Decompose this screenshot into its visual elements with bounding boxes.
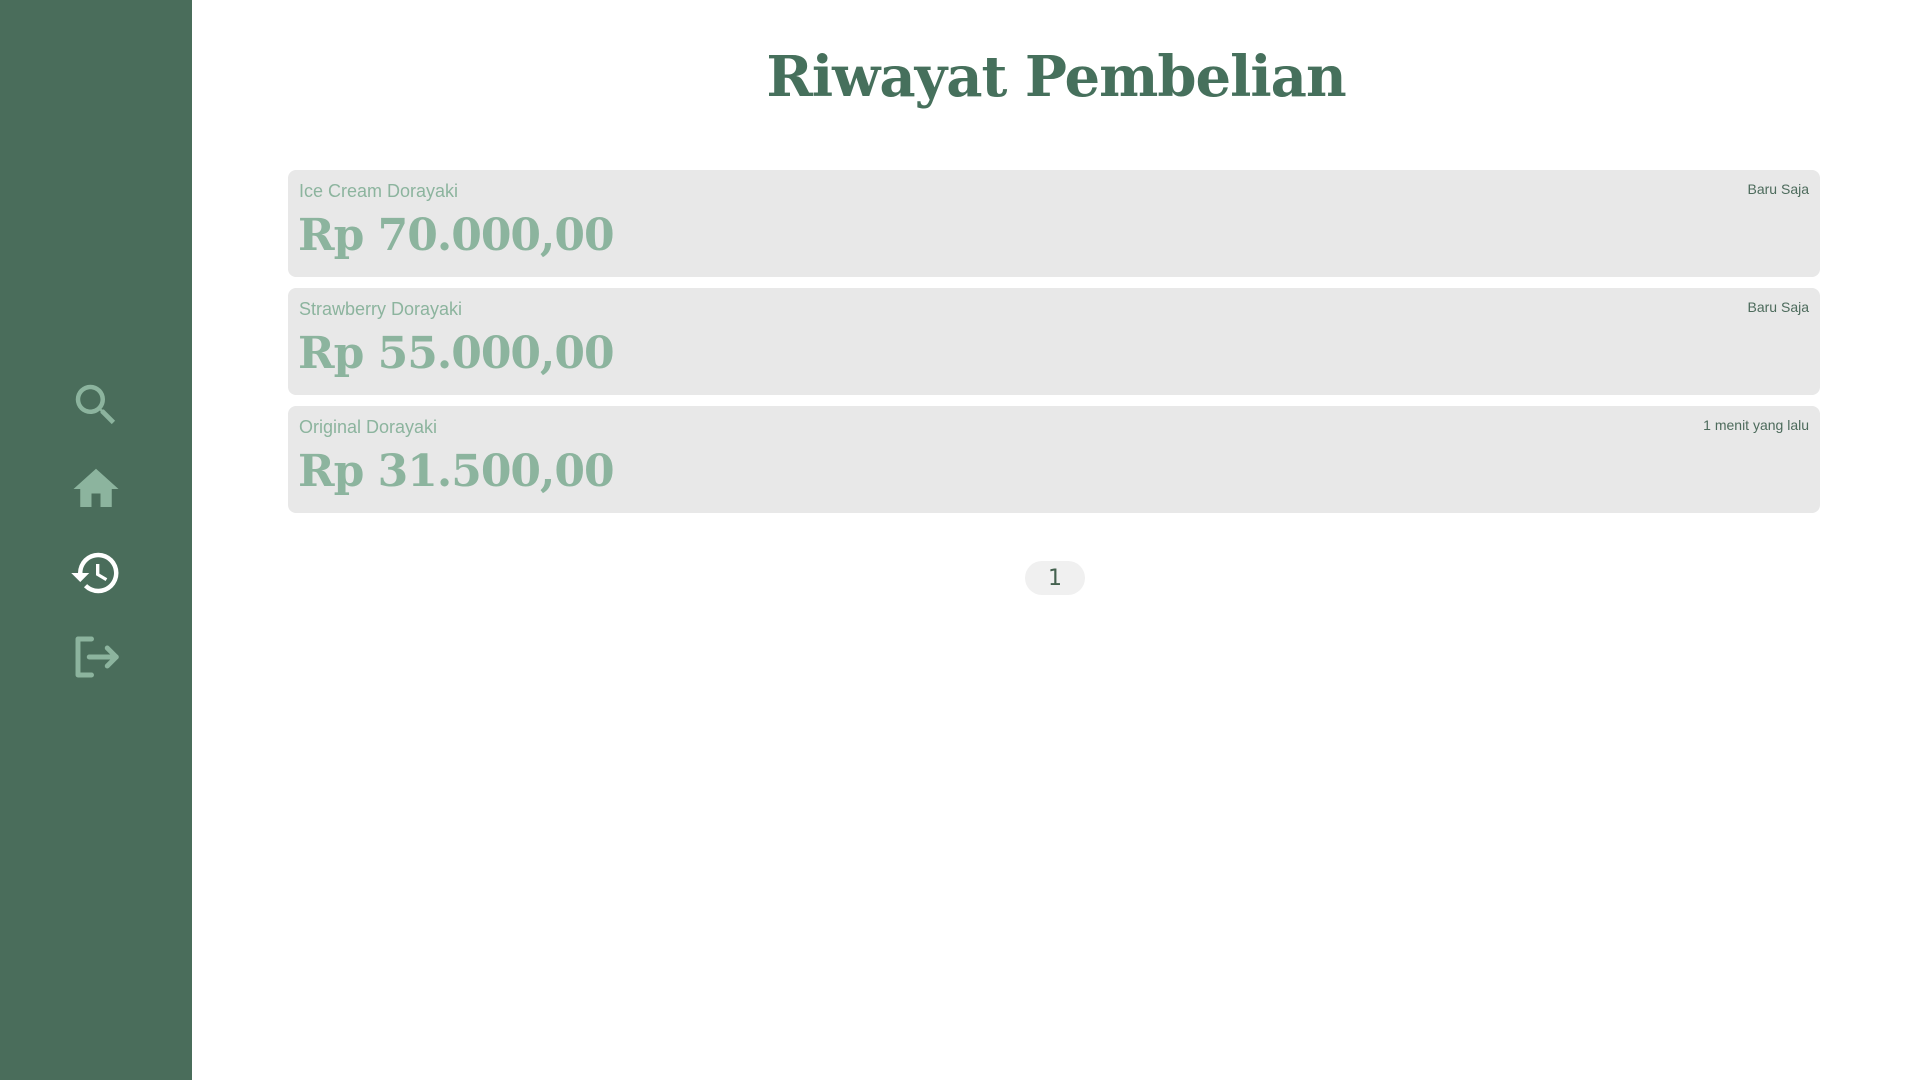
nav-history[interactable] [66,543,126,603]
purchase-list: Ice Cream Dorayaki Baru Saja Rp 70.000,0… [288,170,1820,524]
main-content: Riwayat Pembelian Ice Cream Dorayaki Bar… [192,0,1920,1080]
history-icon [69,546,123,600]
sidebar [0,0,192,1080]
page-number-input[interactable] [1035,565,1075,591]
purchase-item-name: Ice Cream Dorayaki [299,181,459,201]
home-icon [69,462,123,516]
purchase-price: Rp 55.000,00 [298,328,615,379]
nav-home[interactable] [66,459,126,519]
purchase-timestamp: 1 menit yang lalu [1703,417,1809,433]
page-title: Riwayat Pembelian [766,44,1346,110]
search-icon [69,378,123,432]
purchase-price: Rp 70.000,00 [298,210,615,261]
nav-search[interactable] [66,375,126,435]
purchase-item-name: Strawberry Dorayaki [299,299,463,319]
purchase-timestamp: Baru Saja [1747,299,1809,315]
purchase-card: Ice Cream Dorayaki Baru Saja Rp 70.000,0… [288,170,1820,277]
purchase-card: Strawberry Dorayaki Baru Saja Rp 55.000,… [288,288,1820,395]
purchase-timestamp: Baru Saja [1747,181,1809,197]
logout-icon [69,630,123,684]
purchase-card: Original Dorayaki 1 menit yang lalu Rp 3… [288,406,1820,513]
pagination [1025,561,1085,595]
sidebar-nav [0,375,192,711]
purchase-price: Rp 31.500,00 [298,446,615,497]
nav-logout[interactable] [66,627,126,687]
purchase-item-name: Original Dorayaki [299,417,438,437]
